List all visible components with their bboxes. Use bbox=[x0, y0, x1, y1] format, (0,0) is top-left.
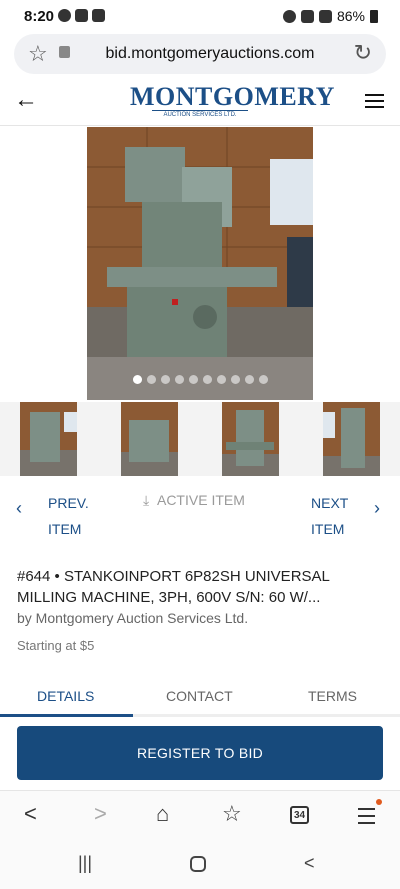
prev-item-link[interactable]: PREV. ITEM bbox=[48, 490, 89, 542]
status-right: 86% bbox=[282, 8, 378, 24]
back-arrow-icon[interactable]: ← bbox=[14, 86, 38, 114]
milling-machine-photo bbox=[87, 127, 313, 400]
logo-sub-text: AUCTION SERVICES LTD. bbox=[152, 110, 248, 119]
thumbnail-4[interactable] bbox=[323, 402, 380, 476]
lot-seller: by Montgomery Auction Services Ltd. bbox=[17, 610, 249, 626]
address-bar[interactable]: ☆ bid.montgomeryauctions.com ↻ bbox=[14, 34, 386, 74]
menu-icon[interactable] bbox=[365, 94, 384, 109]
network-5g-icon bbox=[300, 9, 314, 23]
browser-back-icon[interactable]: < bbox=[24, 801, 37, 827]
status-bar: 8:20 86% bbox=[0, 0, 400, 32]
alarm-icon bbox=[282, 9, 296, 23]
thumbnail-1[interactable] bbox=[20, 402, 77, 476]
next-item-line2: ITEM bbox=[311, 521, 345, 537]
status-notification-icons bbox=[58, 9, 105, 22]
battery-icon bbox=[370, 9, 378, 23]
tab-details[interactable]: DETAILS bbox=[37, 688, 94, 704]
reload-icon[interactable]: ↻ bbox=[354, 40, 372, 66]
active-tab-indicator bbox=[0, 714, 133, 717]
detail-tabs: DETAILS CONTACT TERMS bbox=[0, 684, 400, 716]
tabs-count-icon[interactable]: 34 bbox=[290, 806, 309, 824]
item-navigation: ‹ PREV. ITEM ⤓ ACTIVE ITEM NEXT ITEM › bbox=[0, 478, 400, 542]
active-item-text: ACTIVE ITEM bbox=[156, 492, 245, 508]
thumbnail-2[interactable] bbox=[121, 402, 178, 476]
gallery-dot[interactable] bbox=[244, 375, 254, 384]
battery-percent: 86% bbox=[336, 8, 365, 24]
system-home-icon[interactable] bbox=[190, 856, 206, 872]
gallery-dot[interactable] bbox=[174, 375, 184, 384]
favorite-star-icon[interactable]: ☆ bbox=[20, 127, 43, 158]
gallery-dot[interactable] bbox=[160, 375, 170, 384]
status-time: 8:20 bbox=[24, 8, 55, 25]
browser-forward-icon[interactable]: > bbox=[94, 801, 107, 827]
system-back-icon[interactable]: < bbox=[304, 853, 315, 874]
message-icon bbox=[58, 9, 71, 22]
main-photo[interactable] bbox=[87, 127, 313, 400]
register-to-bid-button[interactable]: REGISTER TO BID bbox=[17, 726, 383, 780]
site-header: ← MONTGOMERY AUCTION SERVICES LTD. bbox=[0, 78, 400, 126]
signal-icon bbox=[318, 9, 332, 23]
prev-item-line1: PREV. bbox=[48, 495, 89, 511]
recent-apps-icon[interactable]: ||| bbox=[78, 853, 92, 874]
active-item-label: ⤓ ACTIVE ITEM bbox=[143, 492, 245, 509]
next-item-link[interactable]: NEXT ITEM bbox=[311, 490, 348, 542]
gallery-dot[interactable] bbox=[216, 375, 226, 384]
voicemail-icon bbox=[75, 9, 88, 22]
tab-terms[interactable]: TERMS bbox=[308, 688, 357, 704]
share-icon[interactable]: ⋖ bbox=[356, 129, 376, 158]
bookmarks-icon[interactable]: ☆ bbox=[222, 801, 242, 827]
download-icon: ⤓ bbox=[143, 492, 150, 508]
chevron-right-icon[interactable]: › bbox=[374, 498, 380, 519]
tab-contact[interactable]: CONTACT bbox=[166, 688, 233, 704]
site-logo[interactable]: MONTGOMERY AUCTION SERVICES LTD. bbox=[130, 82, 335, 119]
prev-item-line2: ITEM bbox=[48, 521, 82, 537]
gallery-dot[interactable] bbox=[258, 375, 268, 384]
thumbnail-3[interactable] bbox=[222, 402, 279, 476]
gallery-dot[interactable] bbox=[132, 375, 142, 384]
browser-toolbar: < > ⌂ ☆ 34 bbox=[0, 790, 400, 840]
gallery-dot[interactable] bbox=[188, 375, 198, 384]
gallery-dot[interactable] bbox=[146, 375, 156, 384]
logo-main-text: MONTGOMERY bbox=[130, 82, 335, 111]
notification-dot bbox=[376, 799, 382, 805]
next-item-line1: NEXT bbox=[311, 495, 349, 511]
system-navigation: ||| < bbox=[0, 840, 400, 889]
image-gallery[interactable]: ☆ ⋖ bbox=[0, 127, 400, 400]
gallery-pagination[interactable] bbox=[87, 375, 313, 384]
thumbnail-strip[interactable] bbox=[0, 402, 400, 476]
gallery-dot[interactable] bbox=[202, 375, 212, 384]
gallery-dot[interactable] bbox=[230, 375, 240, 384]
checkbox-icon bbox=[92, 9, 105, 22]
lot-title: #644 • STANKOINPORT 6P82SH UNIVERSAL MIL… bbox=[17, 568, 330, 606]
home-icon[interactable]: ⌂ bbox=[156, 801, 169, 827]
starting-bid: Starting at $5 bbox=[17, 638, 95, 653]
browser-menu-icon[interactable] bbox=[358, 808, 375, 829]
chevron-left-icon[interactable]: ‹ bbox=[16, 498, 22, 519]
url-text[interactable]: bid.montgomeryauctions.com bbox=[14, 45, 386, 63]
